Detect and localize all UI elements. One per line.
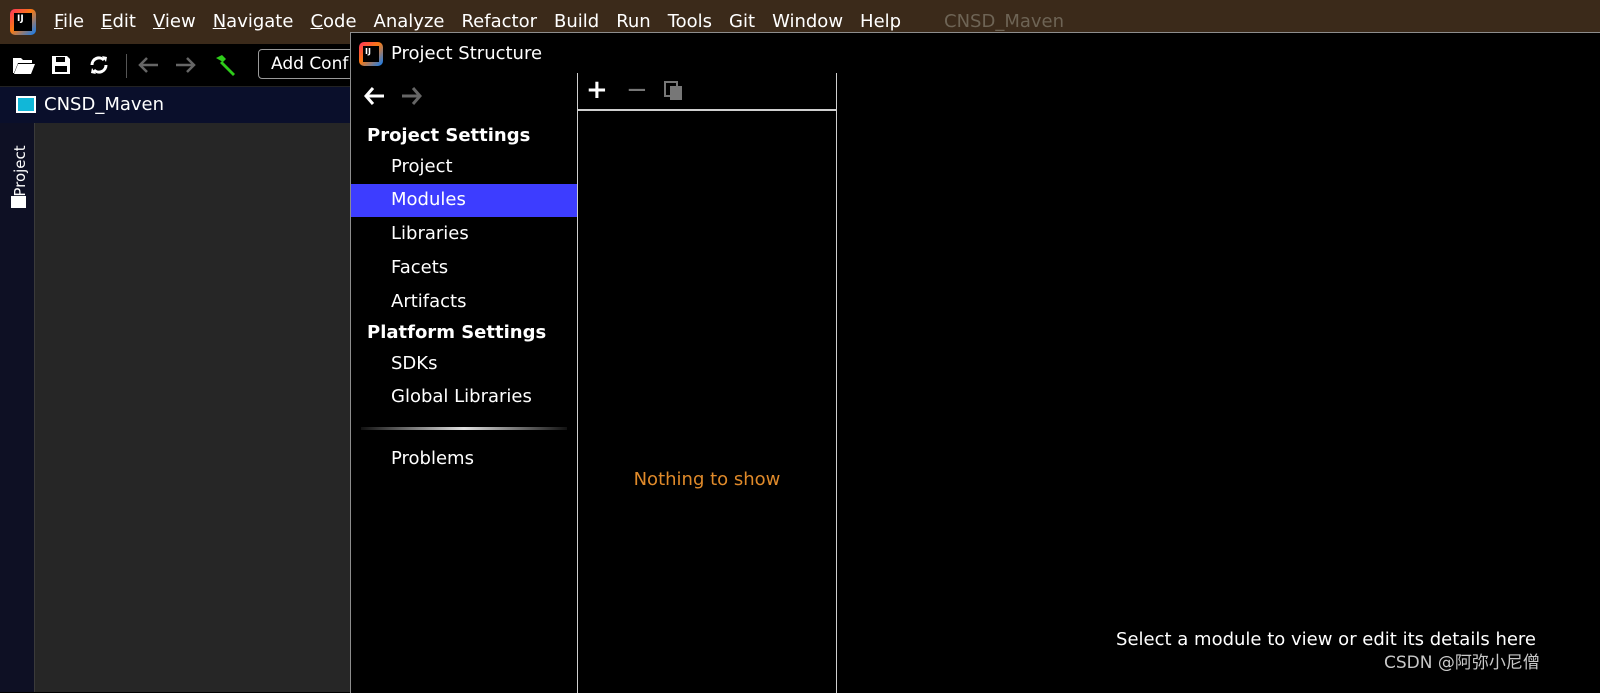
toolbar-separator	[126, 54, 127, 78]
dialog-title-bar[interactable]: IJ Project Structure	[351, 33, 1600, 73]
section-project-settings: Project Settings	[367, 125, 531, 146]
watermark: CSDN @阿弥小尼僧	[1384, 653, 1540, 673]
menu-edit[interactable]: Edit	[101, 11, 136, 32]
back-arrow-icon[interactable]	[363, 85, 385, 111]
details-hint: Select a module to view or edit its deta…	[1116, 629, 1536, 650]
navigation-bar: CNSD_Maven	[0, 86, 360, 124]
list-toolbar: + −	[578, 73, 836, 111]
menu-build[interactable]: Build	[554, 11, 599, 32]
tree-item-artifacts[interactable]: Artifacts	[351, 286, 577, 319]
window-title: CNSD_Maven	[944, 11, 1065, 32]
tree-item-facets[interactable]: Facets	[351, 252, 577, 285]
menu-code[interactable]: Code	[310, 11, 356, 32]
build-hammer-icon[interactable]	[212, 52, 238, 78]
breadcrumb-project[interactable]: CNSD_Maven	[44, 94, 164, 115]
menu-run[interactable]: Run	[616, 11, 651, 32]
menu-navigate[interactable]: Navigate	[213, 11, 294, 32]
tree-item-project[interactable]: Project	[351, 151, 577, 184]
project-structure-dialog: IJ Project Structure Project Settings Pr…	[350, 32, 1600, 693]
module-details-panel: Select a module to view or edit its deta…	[835, 73, 1600, 693]
menu-window[interactable]: Window	[772, 11, 843, 32]
main-toolbar: Add Conf	[0, 44, 378, 86]
copy-icon[interactable]	[664, 81, 684, 101]
menu-git[interactable]: Git	[729, 11, 755, 32]
tree-item-libraries[interactable]: Libraries	[351, 218, 577, 251]
modules-list-panel: + − Nothing to show	[577, 73, 837, 693]
dialog-title: Project Structure	[391, 43, 543, 64]
remove-icon[interactable]: −	[626, 75, 648, 105]
module-icon	[16, 96, 36, 113]
project-tool-window	[35, 123, 360, 692]
save-icon[interactable]	[48, 52, 74, 78]
tree-item-modules[interactable]: Modules	[351, 184, 577, 217]
tree-item-sdks[interactable]: SDKs	[351, 348, 577, 381]
project-tool-tab[interactable]: Project	[8, 134, 30, 214]
forward-arrow-icon[interactable]	[173, 52, 199, 78]
intellij-logo-icon: IJ	[10, 9, 36, 35]
folder-icon	[11, 196, 26, 208]
tree-item-global-libraries[interactable]: Global Libraries	[351, 381, 577, 414]
intellij-logo-icon: IJ	[359, 42, 383, 66]
menu-refactor[interactable]: Refactor	[461, 11, 537, 32]
menu-help[interactable]: Help	[860, 11, 901, 32]
add-icon[interactable]: +	[586, 75, 608, 105]
section-platform-settings: Platform Settings	[367, 322, 547, 343]
menu-file[interactable]: File	[54, 11, 84, 32]
back-arrow-icon[interactable]	[135, 52, 161, 78]
sync-icon[interactable]	[86, 52, 112, 78]
menu-tools[interactable]: Tools	[668, 11, 712, 32]
menu-view[interactable]: View	[153, 11, 196, 32]
forward-arrow-icon[interactable]	[401, 85, 423, 111]
open-folder-icon[interactable]	[11, 52, 37, 78]
empty-list-message: Nothing to show	[633, 469, 781, 490]
tree-divider	[361, 427, 567, 430]
menu-analyze[interactable]: Analyze	[374, 11, 445, 32]
menu-items: File Edit View Navigate Code Analyze Ref…	[54, 11, 918, 32]
tree-item-problems[interactable]: Problems	[351, 443, 577, 476]
